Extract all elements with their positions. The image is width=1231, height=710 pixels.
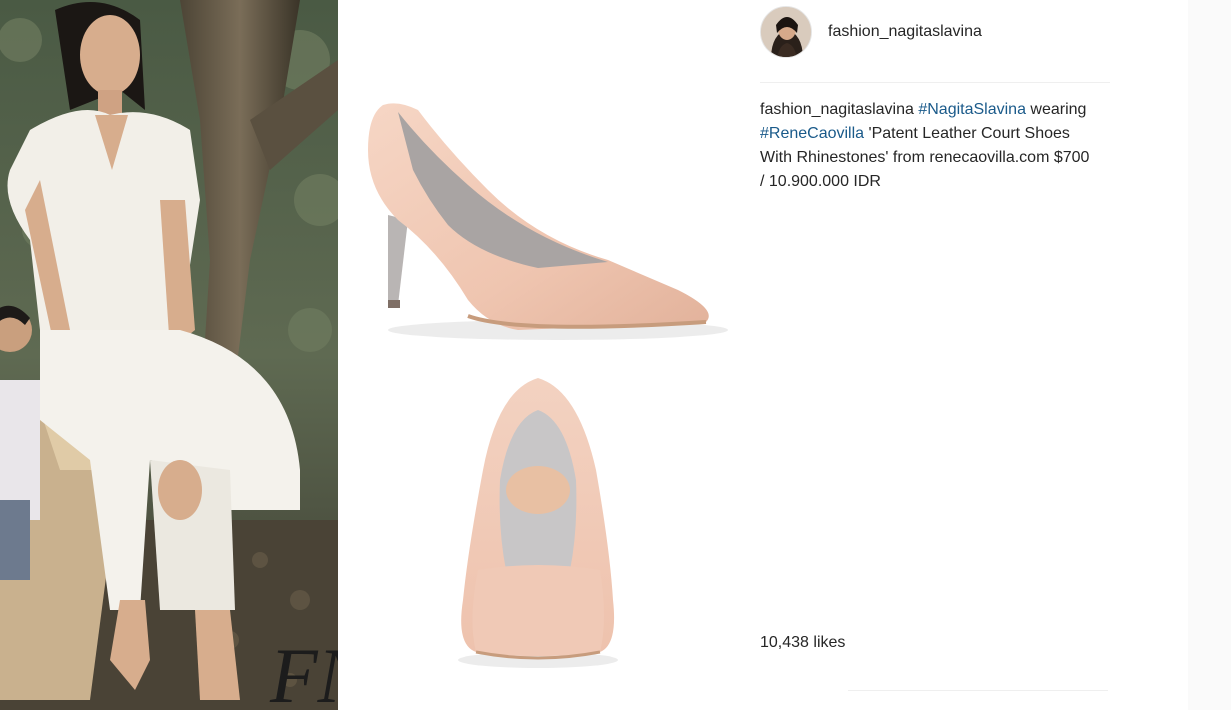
shoe-front-image (338, 360, 738, 710)
caption-text: wearing (1030, 101, 1087, 118)
caption-author[interactable]: fashion_nagitaslavina (760, 101, 914, 118)
fashion-photo (0, 0, 338, 710)
hashtag-link[interactable]: #NagitaSlavina (918, 101, 1026, 118)
instagram-post: NAGITASLAVINA SITA SLAVINA FNS (0, 0, 1231, 710)
avatar[interactable] (760, 6, 812, 58)
right-edge-strip (1188, 0, 1231, 710)
likes-count[interactable]: 10,438 likes (760, 634, 845, 652)
profile-avatar-icon (761, 7, 811, 57)
divider (760, 82, 1110, 83)
hashtag-link[interactable]: #ReneCaovilla (760, 125, 864, 142)
username-link[interactable]: fashion_nagitaslavina (828, 23, 982, 41)
shoe-side-image (338, 0, 738, 360)
post-caption: fashion_nagitaslavina #NagitaSlavina wea… (760, 98, 1090, 194)
post-panel: fashion_nagitaslavina fashion_nagitaslav… (740, 0, 1130, 710)
divider (848, 690, 1108, 691)
post-header: fashion_nagitaslavina (760, 6, 1110, 58)
